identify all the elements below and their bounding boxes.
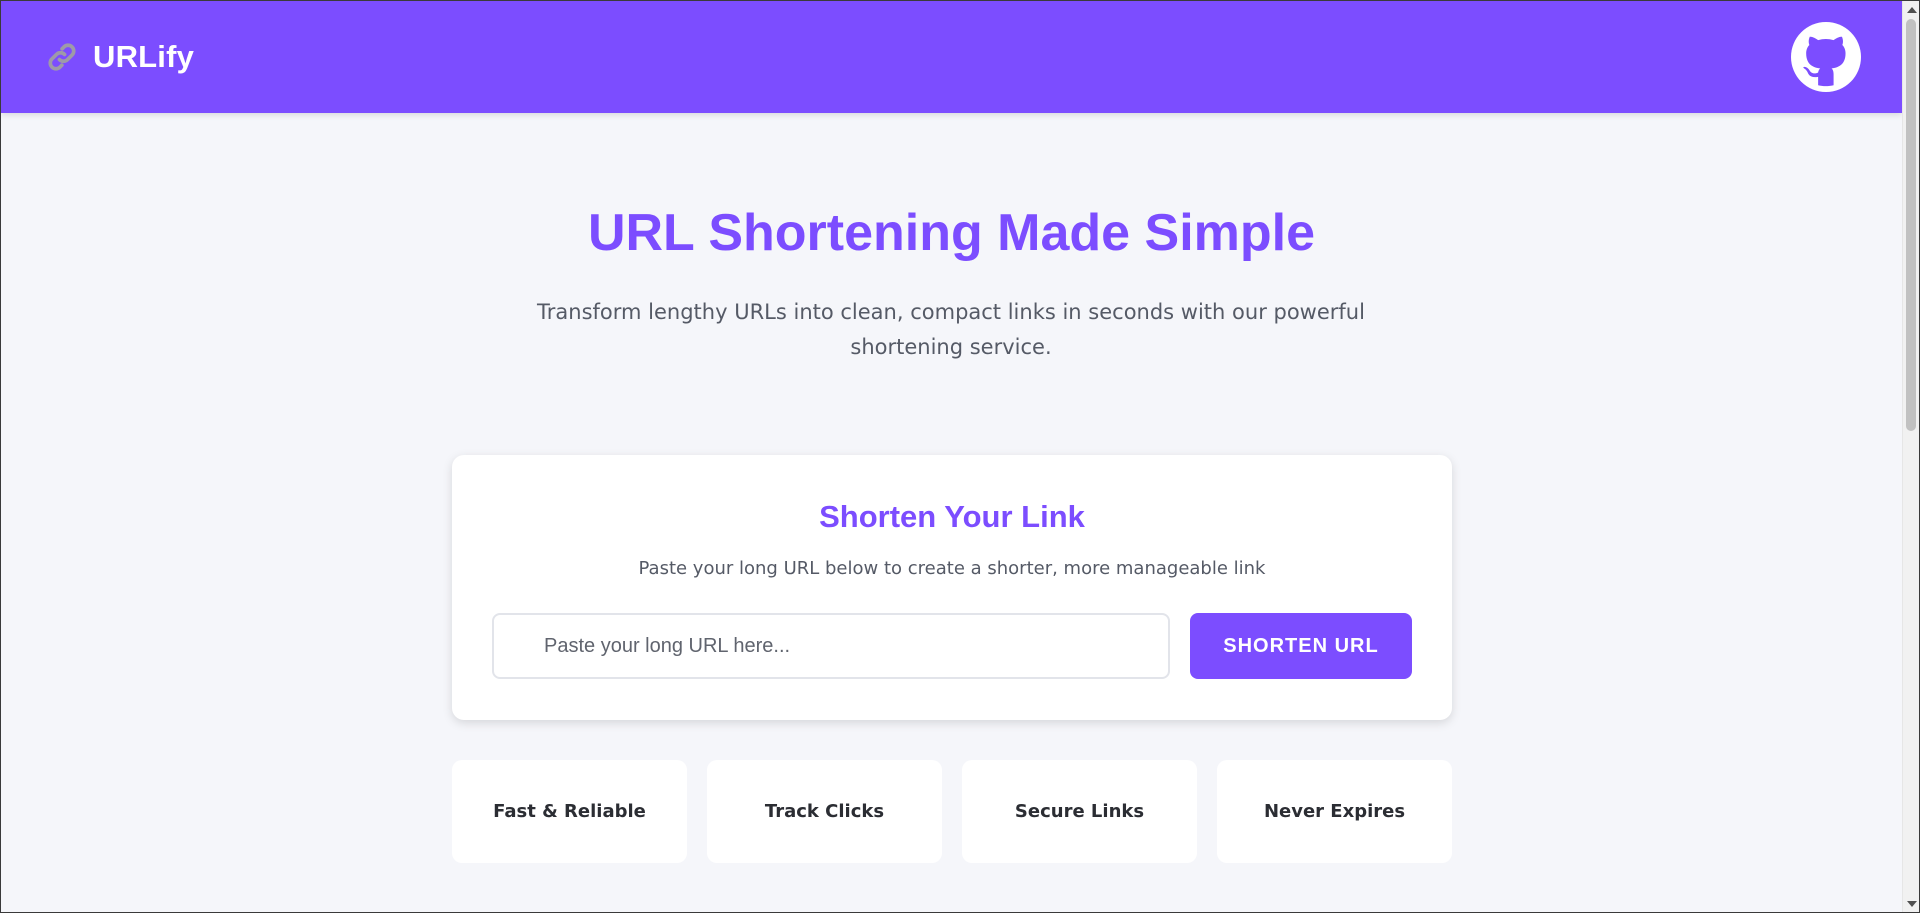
feature-fast-reliable: Fast & Reliable [452,760,687,863]
github-link[interactable] [1791,22,1861,92]
brand-name: URLify [93,39,195,74]
page-viewport: URLify URL Shortening Made Simple Transf… [1,1,1902,912]
scroll-thumb[interactable] [1906,19,1916,431]
feature-label: Secure Links [1014,801,1145,822]
browser-frame: URLify URL Shortening Made Simple Transf… [0,0,1920,913]
scroll-up-arrow-icon[interactable] [1903,1,1920,18]
card-title: Shorten Your Link [819,499,1085,534]
brand-logo[interactable]: URLify [45,34,194,80]
hero-subtitle: Transform lengthy URLs into clean, compa… [537,300,1365,359]
feature-label: Fast & Reliable [493,801,646,822]
shorten-url-button[interactable]: SHORTEN URL [1190,613,1412,679]
feature-never-expires: Never Expires [1217,760,1452,863]
vertical-scrollbar[interactable] [1902,1,1919,912]
feature-label: Track Clicks [764,801,885,822]
url-input[interactable] [492,613,1170,679]
hero-title: URL Shortening Made Simple [587,204,1316,262]
navbar: URLify [1,1,1902,113]
feature-secure-links: Secure Links [962,760,1197,863]
github-icon [1791,22,1861,92]
link-icon [48,43,76,71]
feature-label: Never Expires [1263,801,1406,822]
feature-track-clicks: Track Clicks [707,760,942,863]
scroll-down-arrow-icon[interactable] [1903,895,1920,912]
card-description: Paste your long URL below to create a sh… [638,558,1266,579]
shortener-card: Shorten Your Link Paste your long URL be… [452,455,1452,720]
